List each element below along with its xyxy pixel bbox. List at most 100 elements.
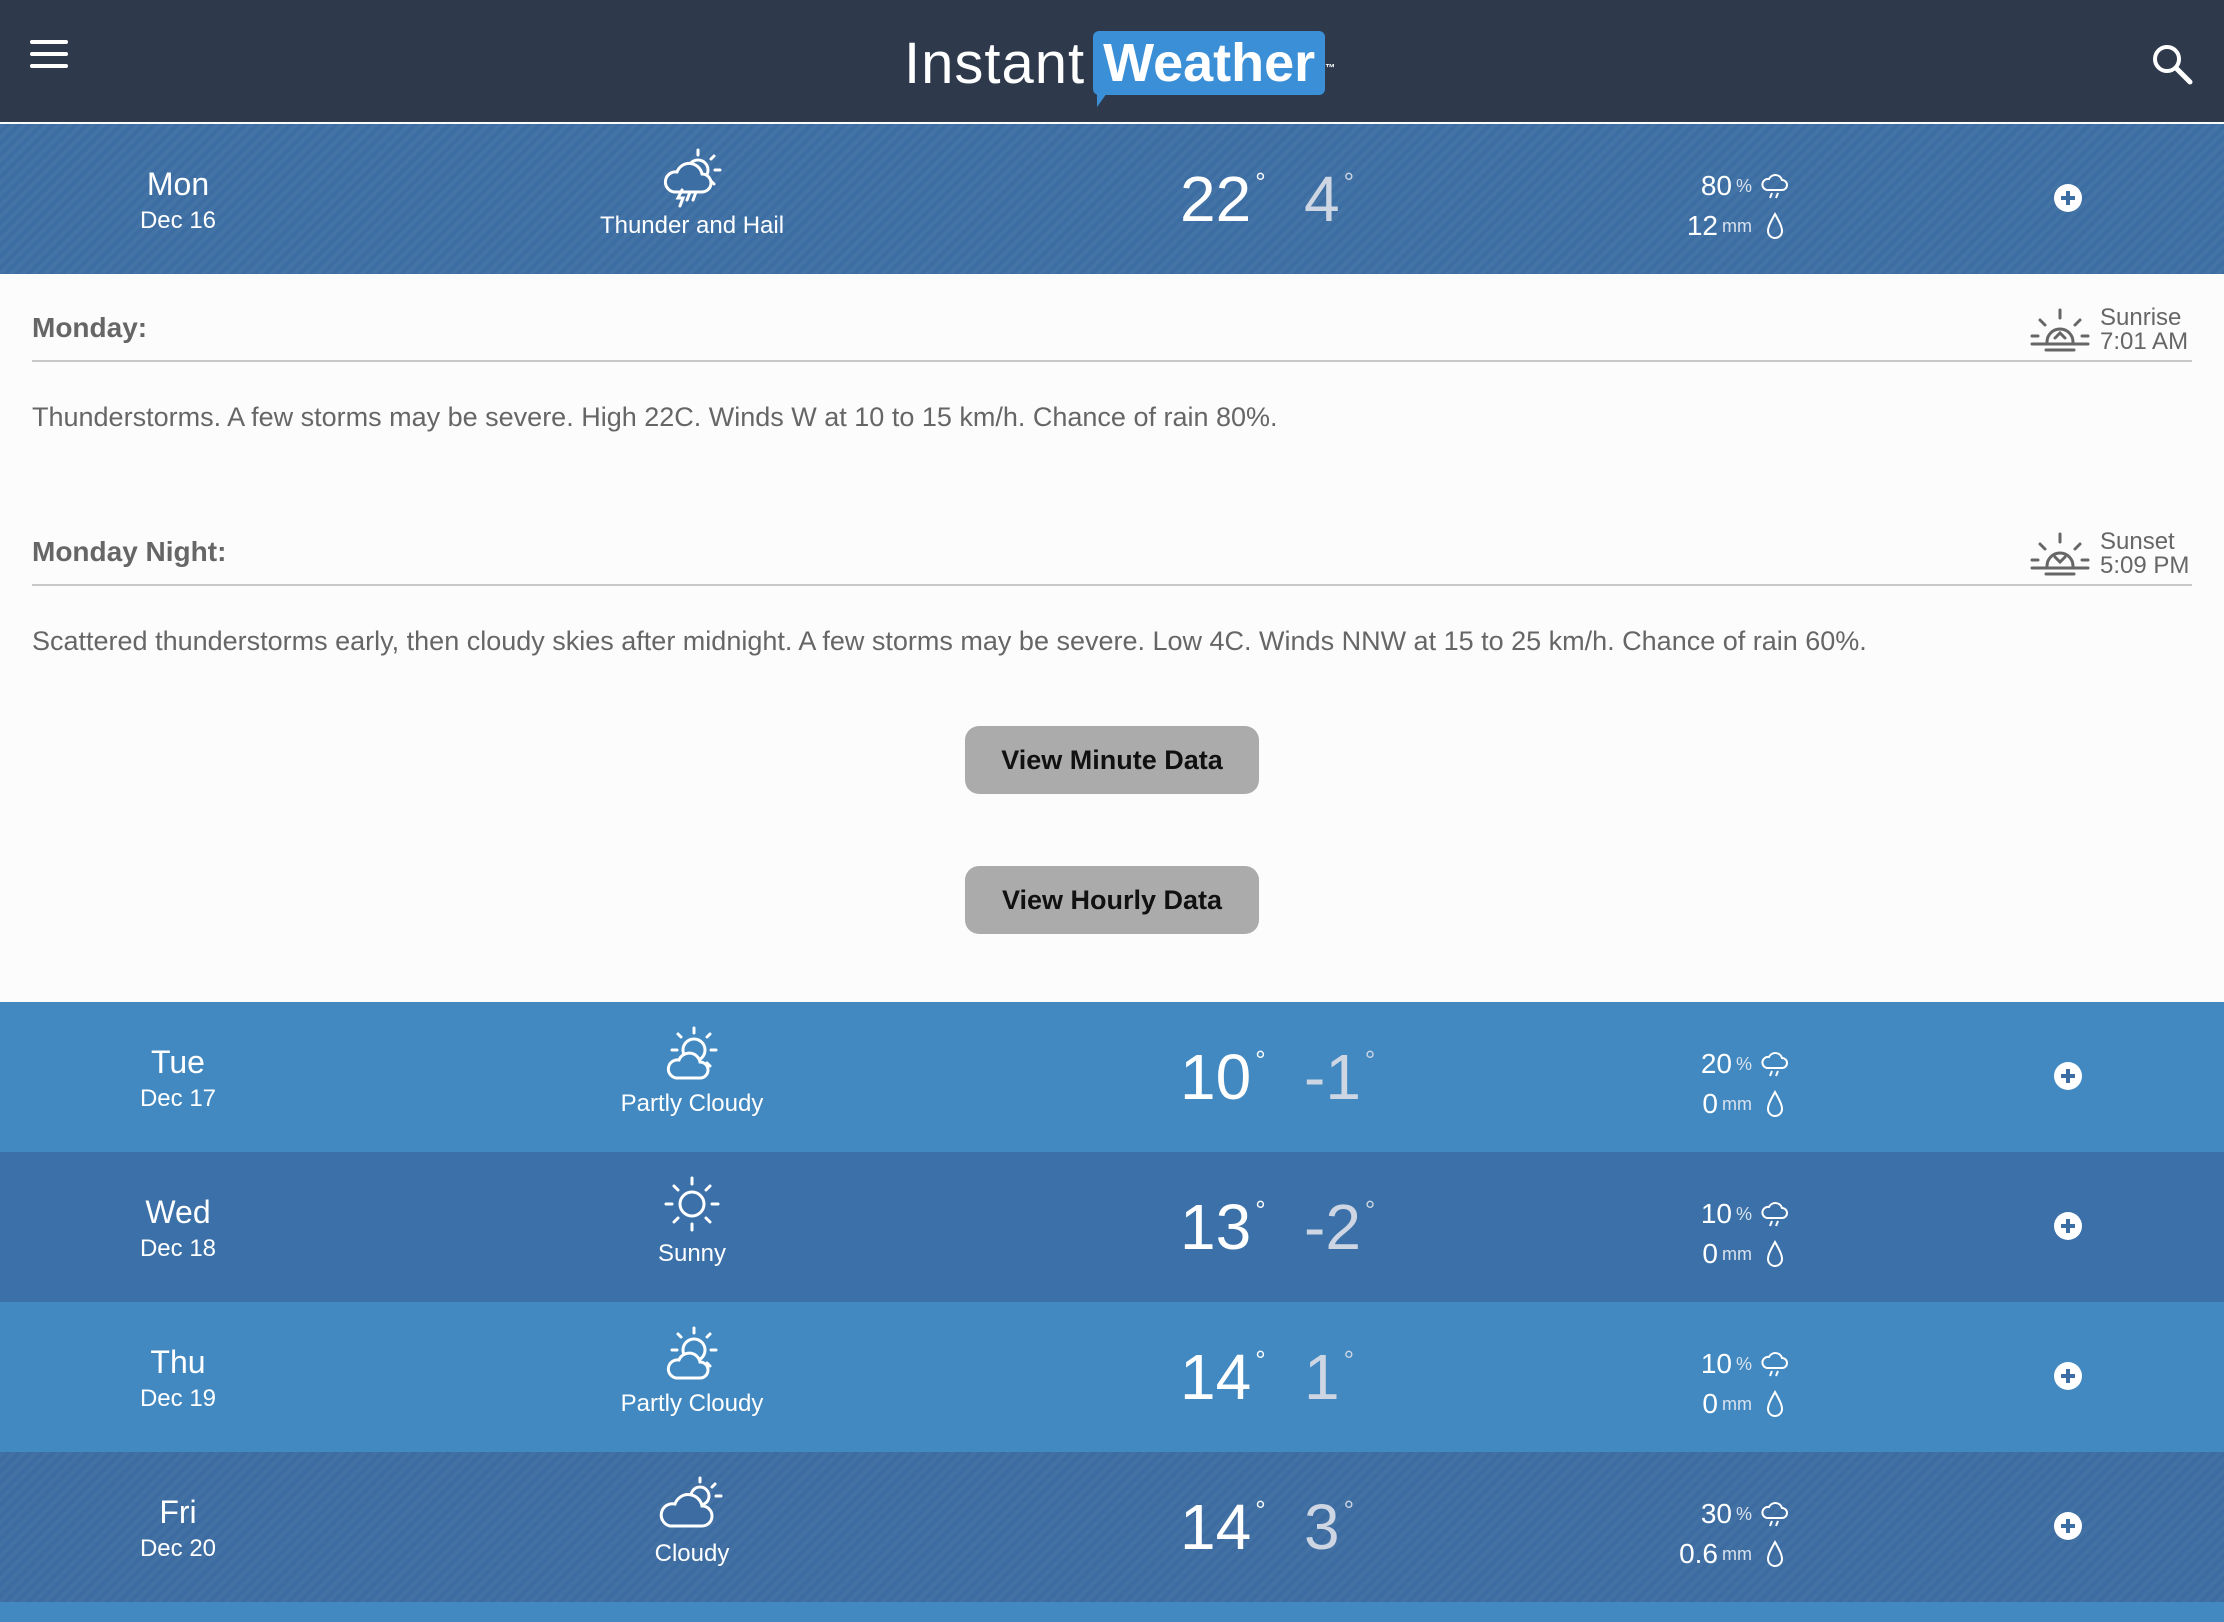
rain-cloud-icon: [1761, 1352, 1788, 1377]
precip-chance-value: 80: [1700, 170, 1732, 201]
sunrise-info: Sunrise 7:01 AM: [2030, 306, 2188, 354]
sunrise-text: Sunrise 7:01 AM: [2100, 306, 2188, 354]
percent-unit: %: [1735, 1053, 1752, 1074]
mm-unit: mm: [1722, 1393, 1752, 1414]
low-temp: 3 °: [1304, 1490, 1354, 1564]
sunset-text: Sunset 5:09 PM: [2100, 530, 2189, 578]
search-icon[interactable]: [2150, 42, 2194, 86]
expand-button[interactable]: [2054, 1062, 2082, 1090]
partly-cloudy-icon: [666, 1326, 718, 1380]
condition-cell: Partly Cloudy: [560, 1322, 824, 1418]
precip-amount: 0.6 mm: [1640, 1534, 1790, 1574]
low-temp: 1 °: [1304, 1340, 1354, 1414]
low-temp-value: 3: [1304, 1491, 1340, 1563]
forecast-row-mon[interactable]: Mon Dec 16 Thunder and Hail 22 ° 4 ° 80% 12…: [0, 124, 2224, 274]
day-date: Dec 20: [139, 1535, 217, 1562]
low-temp: -1 °: [1304, 1040, 1375, 1114]
sunset-time: 5:09 PM: [2100, 552, 2190, 579]
rain-cloud-icon: [1761, 1052, 1788, 1077]
rain-cloud-icon: [1761, 1502, 1788, 1527]
precip-cell: 30% 0.6 mm: [1640, 1494, 1790, 1574]
high-temp: 10 °: [1180, 1040, 1266, 1114]
precip-cell: 20% 0 mm: [1640, 1044, 1790, 1124]
sunny-icon: [664, 1176, 720, 1232]
degree-symbol: °: [1255, 1345, 1266, 1375]
precip-chance: 20%: [1640, 1044, 1790, 1084]
day-date: Dec 19: [139, 1385, 217, 1412]
precip-chance-value: 10: [1700, 1348, 1732, 1379]
precip-chance: 80%: [1640, 166, 1790, 206]
partly-cloudy-icon: [666, 1026, 718, 1080]
degree-symbol: °: [1255, 1495, 1266, 1525]
low-temp-value: 1: [1304, 1341, 1340, 1413]
expand-button[interactable]: [2054, 1512, 2082, 1540]
precip-chance-value: 20: [1700, 1048, 1732, 1079]
condition-cell: Thunder and Hail: [560, 144, 824, 240]
logo-trademark: ™: [1325, 63, 1336, 74]
condition-label: Partly Cloudy: [620, 1090, 764, 1117]
day-name: Fri: [159, 1494, 197, 1530]
day-cell: Thu Dec 19: [80, 1344, 276, 1413]
degree-symbol: °: [1255, 1195, 1266, 1225]
rain-cloud-icon: [1761, 1202, 1788, 1227]
precip-amount-value: 12: [1686, 210, 1718, 241]
expand-button[interactable]: [2054, 1362, 2082, 1390]
expand-button[interactable]: [2054, 184, 2082, 212]
forecast-row-tue[interactable]: Tue Dec 17 Partly Cloudy 10 ° -1 ° 20% 0 mm: [0, 1002, 2224, 1152]
hamburger-menu-icon[interactable]: [30, 40, 74, 80]
logo-word-weather: Weather ™: [1093, 31, 1335, 107]
precip-amount-value: 0: [1702, 1238, 1718, 1269]
app-logo[interactable]: Instant Weather ™: [904, 28, 1335, 107]
high-temp-value: 14: [1180, 1491, 1252, 1563]
precip-amount-value: 0: [1702, 1088, 1718, 1119]
forecast-row-fri[interactable]: Fri Dec 20 Cloudy 14 ° 3 ° 30% 0.6 mm: [0, 1452, 2224, 1602]
low-temp-value: -2: [1304, 1191, 1361, 1263]
night-section-title: Monday Night:: [32, 536, 227, 567]
percent-unit: %: [1735, 1503, 1752, 1524]
divider: [32, 360, 2192, 362]
thunder-hail-icon: [663, 148, 722, 208]
logo-word-instant: Instant: [904, 30, 1086, 96]
day-cell: Mon Dec 16: [80, 166, 276, 235]
sunset-icon: [2030, 532, 2090, 576]
night-forecast-text: Scattered thunderstorms early, then clou…: [32, 626, 1867, 656]
low-temp-value: 4: [1304, 163, 1340, 235]
day-forecast-text: Thunderstorms. A few storms may be sever…: [32, 402, 1278, 432]
raindrop-icon: [1766, 1539, 1784, 1567]
precip-amount-value: 0.6: [1679, 1538, 1718, 1569]
day-name: Wed: [145, 1194, 211, 1230]
degree-symbol: °: [1364, 1195, 1376, 1225]
degree-symbol: °: [1364, 1045, 1376, 1075]
precip-chance: 30%: [1640, 1494, 1790, 1534]
raindrop-icon: [1766, 1239, 1784, 1267]
precip-chance-value: 30: [1700, 1498, 1732, 1529]
high-temp-value: 14: [1180, 1341, 1252, 1413]
precip-amount: 0 mm: [1640, 1384, 1790, 1424]
percent-unit: %: [1735, 1203, 1752, 1224]
expand-button[interactable]: [2054, 1212, 2082, 1240]
high-temp-value: 10: [1180, 1041, 1252, 1113]
day-date: Dec 16: [139, 207, 217, 234]
degree-symbol: °: [1255, 1045, 1266, 1075]
forecast-row-wed[interactable]: Wed Dec 18 Sunny 13 ° -2 ° 10% 0 mm: [0, 1152, 2224, 1302]
raindrop-icon: [1766, 211, 1784, 239]
precip-cell: 10% 0 mm: [1640, 1344, 1790, 1424]
condition-label: Thunder and Hail: [599, 212, 785, 239]
condition-cell: Partly Cloudy: [560, 1022, 824, 1118]
forecast-row-thu[interactable]: Thu Dec 19 Partly Cloudy 14 ° 1 ° 10% 0 mm: [0, 1302, 2224, 1452]
precip-chance: 10%: [1640, 1344, 1790, 1384]
view-hourly-data-button[interactable]: View Hourly Data: [965, 866, 1259, 934]
percent-unit: %: [1735, 175, 1752, 196]
view-minute-data-button[interactable]: View Minute Data: [965, 726, 1259, 794]
percent-unit: %: [1735, 1353, 1752, 1374]
mm-unit: mm: [1722, 1543, 1752, 1564]
forecast-row-next[interactable]: [0, 1602, 2224, 1622]
low-temp-value: -1: [1304, 1041, 1361, 1113]
mm-unit: mm: [1722, 1243, 1752, 1264]
precip-amount-value: 0: [1702, 1388, 1718, 1419]
high-temp: 22 °: [1180, 162, 1266, 236]
day-section-title: Monday:: [32, 312, 148, 343]
sunrise-label: Sunrise: [2100, 304, 2182, 331]
raindrop-icon: [1766, 1389, 1784, 1417]
day-cell: Wed Dec 18: [80, 1194, 276, 1263]
